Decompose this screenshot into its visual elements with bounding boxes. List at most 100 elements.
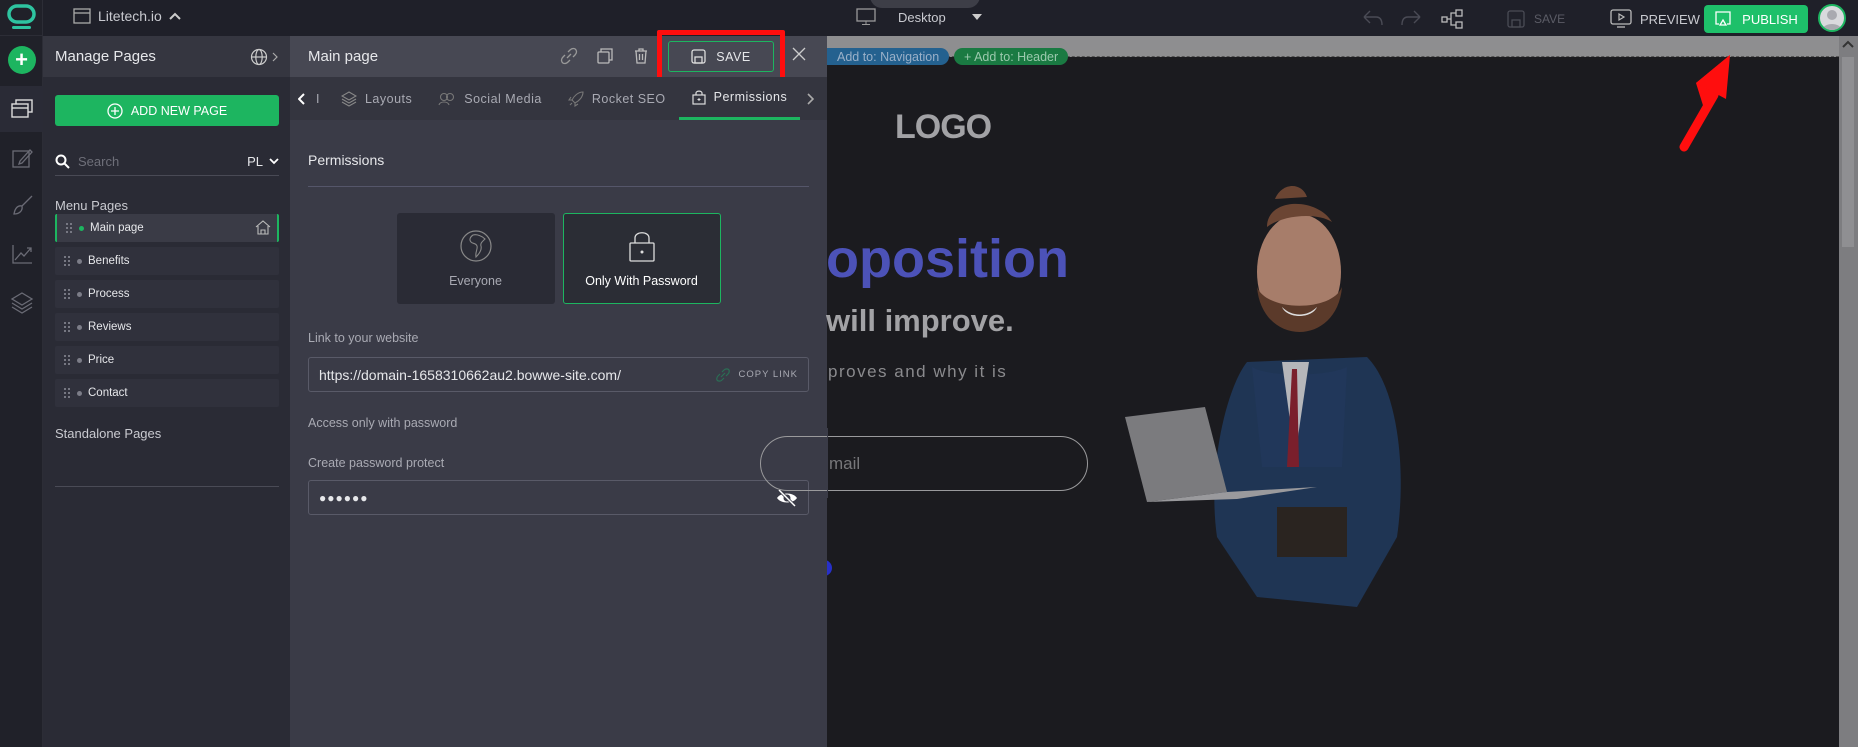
menu-pages-title: Menu Pages — [55, 198, 128, 213]
scroll-up-icon[interactable] — [1842, 40, 1854, 48]
rail-pages[interactable] — [0, 86, 43, 132]
tab-label: Rocket SEO — [591, 91, 666, 106]
publish-button[interactable]: PUBLISH — [1704, 5, 1808, 33]
publish-label: PUBLISH — [1742, 11, 1798, 27]
status-dot — [77, 324, 82, 330]
user-avatar[interactable] — [1818, 4, 1846, 32]
people-icon — [438, 92, 455, 105]
drag-handle-icon[interactable] — [63, 387, 71, 399]
status-dot — [77, 357, 82, 363]
language-settings-button[interactable] — [250, 48, 278, 66]
undo-button[interactable] — [1362, 9, 1384, 32]
app-logo[interactable] — [0, 0, 43, 36]
eye-off-icon[interactable] — [776, 488, 798, 507]
drag-handle-icon[interactable] — [65, 222, 73, 234]
website-link-field[interactable]: https://domain-1658310662au2.bowwe-site.… — [308, 357, 809, 392]
panel-save-button[interactable]: SAVE — [668, 41, 774, 72]
caret-down-icon — [971, 14, 982, 20]
edit-icon — [11, 149, 33, 168]
device-selector[interactable]: Desktop — [856, 8, 982, 26]
page-item-label: Benefits — [88, 255, 130, 267]
panel-save-label: SAVE — [716, 49, 751, 64]
page-item-main[interactable]: Main page — [55, 214, 279, 242]
icon-rail: + — [0, 0, 43, 747]
access-note: Access only with password — [308, 416, 458, 430]
page-item-reviews[interactable]: Reviews — [55, 313, 279, 341]
tab-permissions[interactable]: Permissions — [678, 77, 801, 120]
rail-design[interactable] — [0, 183, 43, 229]
link-icon[interactable] — [560, 47, 578, 65]
standalone-pages-title: Standalone Pages — [55, 426, 162, 441]
rail-edit[interactable] — [0, 135, 43, 181]
link-label: Link to your website — [308, 331, 419, 345]
tab-rocket-seo[interactable]: Rocket SEO — [555, 77, 679, 120]
manage-pages-sidebar: Manage Pages ADD NEW PAGE PL Menu Pages … — [43, 36, 290, 747]
sitemap-button[interactable] — [1441, 9, 1465, 34]
email-placeholder: mail — [829, 454, 861, 473]
page-item-contact[interactable]: Contact — [55, 379, 279, 407]
scrollbar-thumb[interactable] — [1842, 57, 1854, 247]
panel-header: Main page SAVE — [290, 30, 827, 82]
page-item-process[interactable]: Process — [55, 280, 279, 308]
redo-button[interactable] — [1400, 9, 1422, 32]
brush-icon — [12, 195, 32, 215]
top-save-button[interactable]: SAVE — [1506, 9, 1565, 29]
window-icon — [73, 8, 91, 24]
rail-layers[interactable] — [0, 279, 43, 325]
trash-icon[interactable] — [632, 47, 650, 65]
drag-handle-icon[interactable] — [63, 354, 71, 366]
password-value: ●●●●●● — [319, 490, 369, 505]
site-selector[interactable]: Litetech.io — [73, 8, 181, 24]
visibility-options: Everyone Only With Password — [308, 213, 809, 304]
publish-icon — [1715, 11, 1731, 26]
tab-scroll-left[interactable]: I — [290, 77, 328, 120]
duplicate-icon[interactable] — [596, 47, 614, 65]
preview-button[interactable]: PREVIEW — [1610, 9, 1700, 29]
password-field[interactable]: ●●●●●● — [308, 480, 809, 515]
tab-scroll-right[interactable] — [800, 77, 820, 120]
undo-icon — [1363, 10, 1383, 26]
copy-link-button[interactable]: COPY LINK — [716, 367, 798, 382]
rail-stats[interactable] — [0, 231, 43, 277]
layers-icon — [340, 90, 357, 107]
device-tab-handle[interactable] — [870, 0, 980, 8]
language-dropdown[interactable]: PL — [247, 154, 279, 169]
status-dot — [77, 258, 82, 264]
plus-circle-icon — [107, 102, 123, 119]
option-only-with-password[interactable]: Only With Password — [562, 213, 721, 304]
add-element-button[interactable]: + — [0, 37, 43, 83]
chevron-down-icon — [269, 158, 279, 165]
tab-truncated: I — [316, 91, 320, 106]
sidebar-title: Manage Pages — [55, 48, 156, 65]
add-to-header-chip[interactable]: + Add to: Header — [954, 48, 1069, 65]
email-input-preview: mail — [760, 436, 1088, 491]
logo-icon — [7, 4, 36, 29]
tab-label: Layouts — [364, 91, 413, 106]
floppy-icon — [691, 49, 706, 64]
option-everyone[interactable]: Everyone — [396, 213, 555, 304]
lock-icon — [628, 231, 655, 262]
drag-handle-icon[interactable] — [63, 288, 71, 300]
copy-link-label: COPY LINK — [738, 369, 798, 380]
tab-layouts[interactable]: Layouts — [328, 77, 425, 120]
add-new-page-button[interactable]: ADD NEW PAGE — [55, 95, 279, 126]
website-canvas[interactable] — [827, 57, 1839, 747]
add-new-page-label: ADD NEW PAGE — [130, 103, 228, 118]
tab-social-media[interactable]: Social Media — [425, 77, 555, 120]
layers-icon — [10, 292, 33, 314]
page-item-benefits[interactable]: Benefits — [55, 247, 279, 275]
page-item-price[interactable]: Price — [55, 346, 279, 374]
add-to-navigation-chip[interactable]: Add to: Navigation — [827, 48, 950, 65]
chevron-up-icon — [169, 12, 181, 20]
tab-label: Permissions — [713, 90, 788, 104]
hero-description: proves and why it is — [828, 362, 1008, 381]
search-icon — [55, 154, 70, 169]
drag-handle-icon[interactable] — [63, 255, 71, 267]
site-logo-text: LOGO — [895, 108, 992, 146]
scroll-indicator-dot — [827, 560, 832, 576]
close-icon[interactable] — [792, 47, 806, 61]
chip-label: Add to: Navigation — [837, 49, 940, 64]
drag-handle-icon[interactable] — [63, 321, 71, 333]
search-input[interactable] — [78, 154, 218, 169]
top-save-label: SAVE — [1534, 12, 1566, 26]
